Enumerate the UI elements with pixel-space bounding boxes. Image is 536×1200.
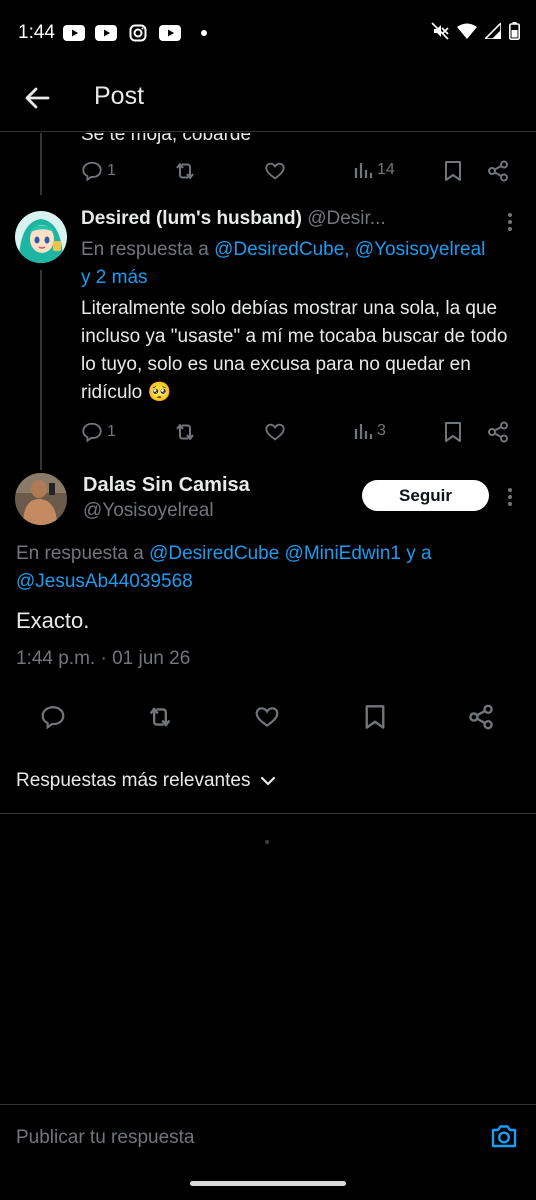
replying-to: En respuesta a @DesiredCube, @Yosisoyelr… bbox=[81, 236, 527, 292]
reply-prefix: En respuesta a bbox=[16, 543, 144, 564]
reply-tweet-header: Desired (lum's husband) @Desir... · 13mi… bbox=[81, 208, 501, 230]
bookmark-button[interactable] bbox=[443, 421, 463, 443]
status-time: 1:44 bbox=[18, 22, 55, 43]
more-dot-icon bbox=[508, 227, 512, 231]
share-icon bbox=[469, 704, 493, 730]
reply-count: 1 bbox=[107, 162, 116, 179]
replying-to: En respuesta a @DesiredCube @MiniEdwin1 … bbox=[16, 540, 516, 596]
reply-button[interactable]: 1 bbox=[81, 421, 116, 443]
views-count: 3 bbox=[377, 422, 386, 439]
more-mentions-link[interactable]: y 2 más bbox=[81, 267, 148, 288]
views-button[interactable]: 3 bbox=[353, 421, 386, 441]
main-tweet-actions bbox=[0, 704, 536, 736]
app-header: Post bbox=[0, 66, 536, 132]
more-dot-icon bbox=[508, 502, 512, 506]
camera-button[interactable] bbox=[490, 1123, 518, 1149]
prev-tweet-actions: 1 14 bbox=[81, 160, 521, 186]
mention-links[interactable]: @DesiredCube, @Yosisoyelreal bbox=[214, 239, 485, 260]
views-icon bbox=[354, 163, 373, 178]
prev-tweet-text-content: Se te moja, cobarde bbox=[81, 133, 252, 145]
wifi-icon bbox=[457, 23, 477, 39]
divider bbox=[0, 813, 536, 814]
tweet-text[interactable]: Exacto. bbox=[16, 608, 89, 634]
more-options-button[interactable] bbox=[507, 488, 513, 509]
prev-tweet-text[interactable]: Se te moja, cobarde bbox=[81, 133, 251, 147]
share-button[interactable] bbox=[487, 160, 509, 182]
thread-line bbox=[40, 133, 42, 195]
share-icon bbox=[488, 421, 508, 443]
more-dot-icon bbox=[508, 488, 512, 492]
retweet-icon bbox=[176, 163, 194, 179]
views-count: 14 bbox=[377, 161, 395, 178]
share-button[interactable] bbox=[487, 421, 509, 443]
sort-label: Respuestas más relevantes bbox=[16, 770, 251, 791]
like-button[interactable] bbox=[254, 704, 280, 730]
retweet-button[interactable] bbox=[173, 160, 197, 182]
share-button[interactable] bbox=[468, 704, 494, 730]
mention-links[interactable]: @DesiredCube @MiniEdwin1 y a bbox=[149, 543, 432, 564]
page-title: Post bbox=[94, 82, 145, 110]
bookmark-icon bbox=[365, 705, 385, 729]
reply-button[interactable] bbox=[40, 704, 66, 730]
back-button[interactable] bbox=[22, 82, 54, 114]
status-bar: 1:44 bbox=[0, 0, 536, 66]
reply-icon bbox=[41, 706, 65, 730]
youtube-icon bbox=[95, 25, 117, 41]
like-button[interactable] bbox=[264, 160, 286, 182]
signal-icon bbox=[485, 23, 501, 39]
avatar[interactable] bbox=[15, 211, 67, 263]
tweet-time: · 13min bbox=[499, 208, 501, 230]
instagram-icon bbox=[129, 24, 147, 42]
reply-icon bbox=[82, 422, 102, 443]
bookmark-button[interactable] bbox=[443, 160, 463, 182]
like-button[interactable] bbox=[264, 421, 286, 443]
retweet-button[interactable] bbox=[173, 421, 197, 443]
reply-tweet-actions: 1 3 bbox=[81, 421, 521, 447]
youtube-icon bbox=[63, 25, 85, 41]
reply-button[interactable]: 1 bbox=[81, 160, 116, 182]
author-handle[interactable]: @Yosisoyelreal bbox=[83, 500, 214, 522]
more-dot-icon bbox=[508, 220, 512, 224]
avatar[interactable] bbox=[15, 473, 67, 525]
thread-line bbox=[40, 270, 42, 470]
reply-input[interactable]: Publicar tu respuesta bbox=[16, 1127, 195, 1149]
camera-icon bbox=[491, 1125, 517, 1148]
arrow-left-icon bbox=[25, 87, 50, 109]
share-icon bbox=[488, 160, 508, 182]
reply-icon bbox=[82, 161, 102, 182]
loading-indicator bbox=[265, 840, 269, 844]
heart-icon bbox=[265, 162, 285, 180]
separator: · bbox=[499, 208, 501, 229]
heart-icon bbox=[255, 707, 279, 727]
views-icon bbox=[354, 424, 373, 439]
reply-count: 1 bbox=[107, 423, 116, 440]
reply-composer: Publicar tu respuesta bbox=[0, 1104, 536, 1174]
author-name[interactable]: Desired (lum's husband) bbox=[81, 208, 302, 229]
author-handle[interactable]: @Desir... bbox=[307, 208, 385, 229]
chevron-down-icon bbox=[261, 776, 276, 786]
youtube-icon bbox=[159, 25, 181, 41]
retweet-icon bbox=[149, 707, 171, 727]
more-options-button[interactable] bbox=[507, 213, 513, 234]
bookmark-icon bbox=[445, 422, 461, 442]
heart-icon bbox=[265, 423, 285, 441]
battery-icon bbox=[509, 22, 520, 40]
notification-dot-icon bbox=[201, 30, 207, 36]
reply-prefix: En respuesta a bbox=[81, 239, 209, 260]
follow-button[interactable]: Seguir bbox=[362, 480, 489, 511]
bookmark-button[interactable] bbox=[363, 704, 387, 730]
mention-link[interactable]: @JesusAb44039568 bbox=[16, 571, 193, 592]
retweet-icon bbox=[176, 424, 194, 440]
tweet-timestamp[interactable]: 1:44 p.m. · 01 jun 26 bbox=[16, 648, 190, 670]
retweet-button[interactable] bbox=[146, 704, 174, 730]
home-indicator[interactable] bbox=[190, 1181, 346, 1186]
replies-sort-dropdown[interactable]: Respuestas más relevantes bbox=[16, 770, 276, 792]
more-dot-icon bbox=[508, 213, 512, 217]
bookmark-icon bbox=[445, 161, 461, 181]
tweet-text[interactable]: Literalmente solo debías mostrar una sol… bbox=[81, 295, 527, 407]
views-button[interactable]: 14 bbox=[353, 160, 395, 180]
more-dot-icon bbox=[508, 495, 512, 499]
author-name[interactable]: Dalas Sin Camisa bbox=[83, 474, 250, 497]
mute-icon bbox=[431, 22, 449, 40]
